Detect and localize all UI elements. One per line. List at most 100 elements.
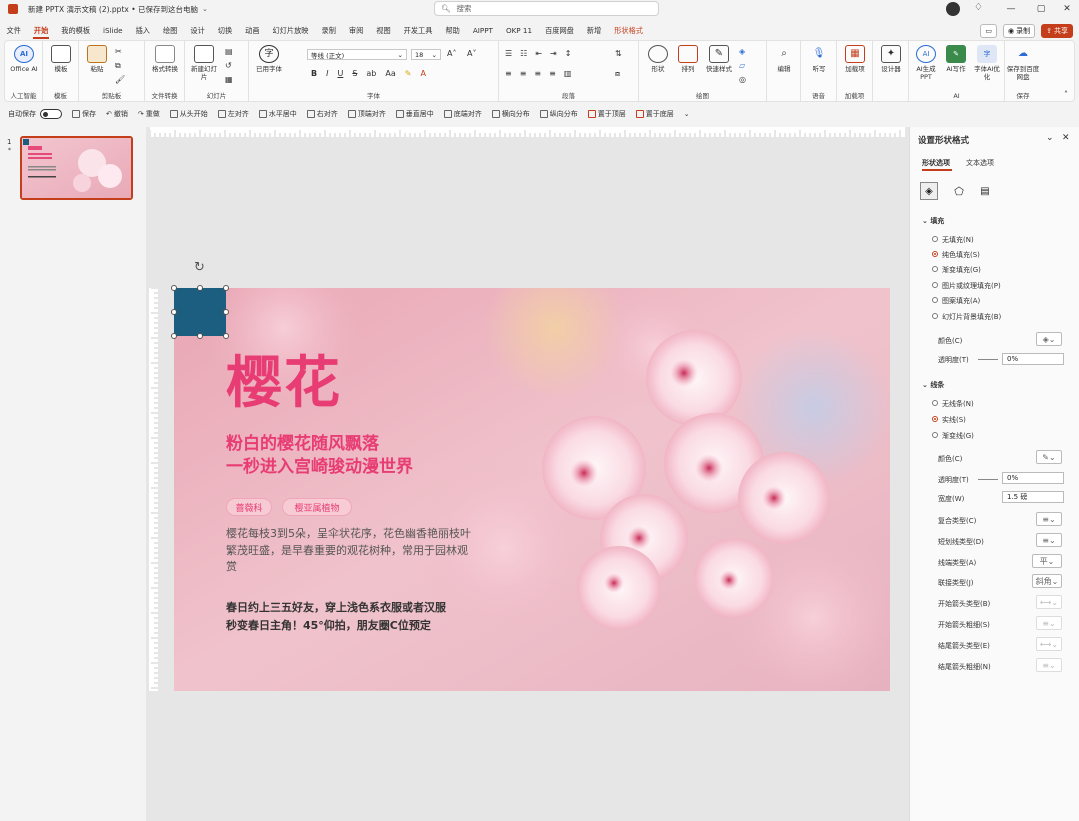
slide-subtitle-1[interactable]: 粉白的樱花随风飘落 [226,429,379,454]
font-name-combo[interactable]: 等线 (正文) ⌄ [307,49,407,60]
bullets-icon[interactable]: ☰ [505,49,512,58]
qat-align-right[interactable]: 右对齐 [306,109,338,119]
bold-icon[interactable]: B [311,69,317,78]
resize-handle[interactable] [197,285,203,291]
radio-background-fill[interactable] [932,313,938,319]
begin-arrow-type-dropdown[interactable]: ⟷⌄ [1036,595,1062,609]
designer-button[interactable]: ✦ 设计器 [879,45,903,73]
close-pane-icon[interactable]: ✕ [1062,133,1070,143]
line-width-input[interactable]: 1.5 磅 [1002,491,1064,503]
selected-rectangle-shape[interactable]: ↻ [171,260,229,339]
close-icon[interactable]: ✕ [1052,0,1079,18]
end-arrow-type-dropdown[interactable]: ⟷⌄ [1036,637,1062,651]
tab-home[interactable]: 开始 [27,22,54,40]
tab-view[interactable]: 视图 [370,22,397,40]
copy-icon[interactable]: ⧉ [115,61,121,71]
font-color-icon[interactable]: A [420,69,425,78]
share-button[interactable]: ⇪ 共享 [1041,24,1073,38]
slide-body-text[interactable]: 樱花每枝3到5朵，呈伞状花序，花色幽香艳丽枝叶繁茂旺盛，是早春重要的观花树种，常… [226,526,476,576]
cut-icon[interactable]: ✂ [115,47,122,56]
qat-bring-front[interactable]: 置于顶层 [587,109,626,119]
qat-save[interactable]: 保存 [72,109,96,119]
radio-pattern-fill[interactable] [932,297,938,303]
qat-distribute-v[interactable]: 纵向分布 [539,109,578,119]
fill-line-icon[interactable]: ◈ [920,182,938,200]
effects-icon[interactable]: ⬠ [950,182,968,200]
tab-new[interactable]: 新增 [580,22,607,40]
begin-arrow-size-dropdown[interactable]: ≡⌄ [1036,616,1062,630]
ai-write-button[interactable]: ✎ AI写作 [941,45,971,73]
collapse-ribbon-icon[interactable]: ˄ [1064,90,1068,99]
tab-islide[interactable]: iSlide [97,22,130,40]
reset-icon[interactable]: ↺ [225,61,232,70]
tab-animations[interactable]: 动画 [239,22,266,40]
qat-from-start[interactable]: 从头开始 [169,109,208,119]
slide-footer-2[interactable]: 秒变春日主角！45°仰拍，朋友圈C位预定 [226,617,431,633]
tab-baidu-netdisk[interactable]: 百度网盘 [539,22,581,40]
columns-icon[interactable]: ▥ [564,69,572,78]
shrink-font-icon[interactable]: A˅ [467,49,476,58]
qat-customize-icon[interactable]: ⌄ [684,110,690,118]
fill-color-picker[interactable]: ◈⌄ [1036,332,1062,346]
decrease-indent-icon[interactable]: ⇤ [535,49,542,58]
arrange-button[interactable]: 排列 [673,45,703,73]
radio-no-fill[interactable] [932,236,938,242]
tab-my-templates[interactable]: 我的模板 [55,22,97,40]
qat-send-back[interactable]: 置于底层 [635,109,674,119]
qat-align-middle[interactable]: 垂直居中 [395,109,434,119]
editing-button[interactable]: ⌕ 编辑 [771,45,797,74]
resize-handle[interactable] [171,333,177,339]
align-right-icon[interactable]: ≡ [534,69,541,78]
dictate-button[interactable]: 🎙︎ 听写 [807,45,831,74]
qat-align-center[interactable]: 水平居中 [258,109,297,119]
join-type-dropdown[interactable]: 斜角 ⌄ [1032,574,1062,588]
qat-distribute-h[interactable]: 横向分布 [491,109,530,119]
qat-undo[interactable]: ↶ 撤销 [106,109,128,119]
tab-insert[interactable]: 插入 [129,22,156,40]
increase-indent-icon[interactable]: ⇥ [550,49,557,58]
justify-icon[interactable]: ≡ [549,69,556,78]
qat-align-top[interactable]: 顶端对齐 [347,109,386,119]
line-transparency-input[interactable]: 0% [1002,472,1064,484]
resize-handle[interactable] [223,285,229,291]
autosave-toggle[interactable] [40,109,62,119]
resize-handle[interactable] [197,333,203,339]
tab-draw[interactable]: 绘图 [156,22,183,40]
shapes-button[interactable]: 形状 [643,45,673,73]
tab-design[interactable]: 设计 [184,22,211,40]
underline-icon[interactable]: U [337,69,343,78]
search-box[interactable]: 🔍︎ 搜索 [434,1,659,16]
numbering-icon[interactable]: ☷ [520,49,527,58]
line-spacing-icon[interactable]: ↕ [565,49,572,58]
radio-gradient-line[interactable] [932,432,938,438]
slide-canvas[interactable]: 樱花 粉白的樱花随风飘落 一秒进入宫崎骏动漫世界 蔷薇科 樱亚属植物 樱花每枝3… [174,288,890,691]
tab-shape-format[interactable]: 形状格式 [608,22,650,40]
avatar[interactable] [946,2,960,16]
section-icon[interactable]: ▦ [225,75,233,84]
comments-button[interactable]: ▭ [980,24,998,38]
fill-section-header[interactable]: ⌄ 填充 [922,216,944,226]
dash-type-dropdown[interactable]: ≡⌄ [1036,533,1062,547]
line-section-header[interactable]: ⌄ 线条 [922,380,944,390]
new-slide-button[interactable]: 新建幻灯片 [189,45,219,81]
save-netdisk-button[interactable]: ☁ 保存到百度网盘 [1005,45,1041,82]
align-left-icon[interactable]: ≡ [505,69,512,78]
tab-record[interactable]: 录制 [315,22,342,40]
italic-icon[interactable]: I [326,69,328,78]
smartart-icon[interactable]: ⧈ [615,69,620,79]
slide-subtitle-2[interactable]: 一秒进入宫崎骏动漫世界 [226,452,413,477]
tag-rosaceae[interactable]: 蔷薇科 [226,498,272,516]
radio-gradient-fill[interactable] [932,266,938,272]
tab-help[interactable]: 帮助 [439,22,466,40]
qat-redo[interactable]: ↷ 重做 [138,109,160,119]
qat-align-left[interactable]: 左对齐 [217,109,249,119]
rotate-handle-icon[interactable]: ↻ [194,260,205,275]
resize-handle[interactable] [171,285,177,291]
font-size-combo[interactable]: 18 ⌄ [411,49,441,60]
tab-slideshow[interactable]: 幻灯片放映 [266,22,315,40]
grow-font-icon[interactable]: A˄ [447,49,456,58]
chevron-down-icon[interactable]: ⌄ [202,5,208,13]
radio-picture-fill[interactable] [932,282,938,288]
slide-title[interactable]: 樱花 [226,352,342,416]
layout-icon[interactable]: ▤ [225,47,233,56]
